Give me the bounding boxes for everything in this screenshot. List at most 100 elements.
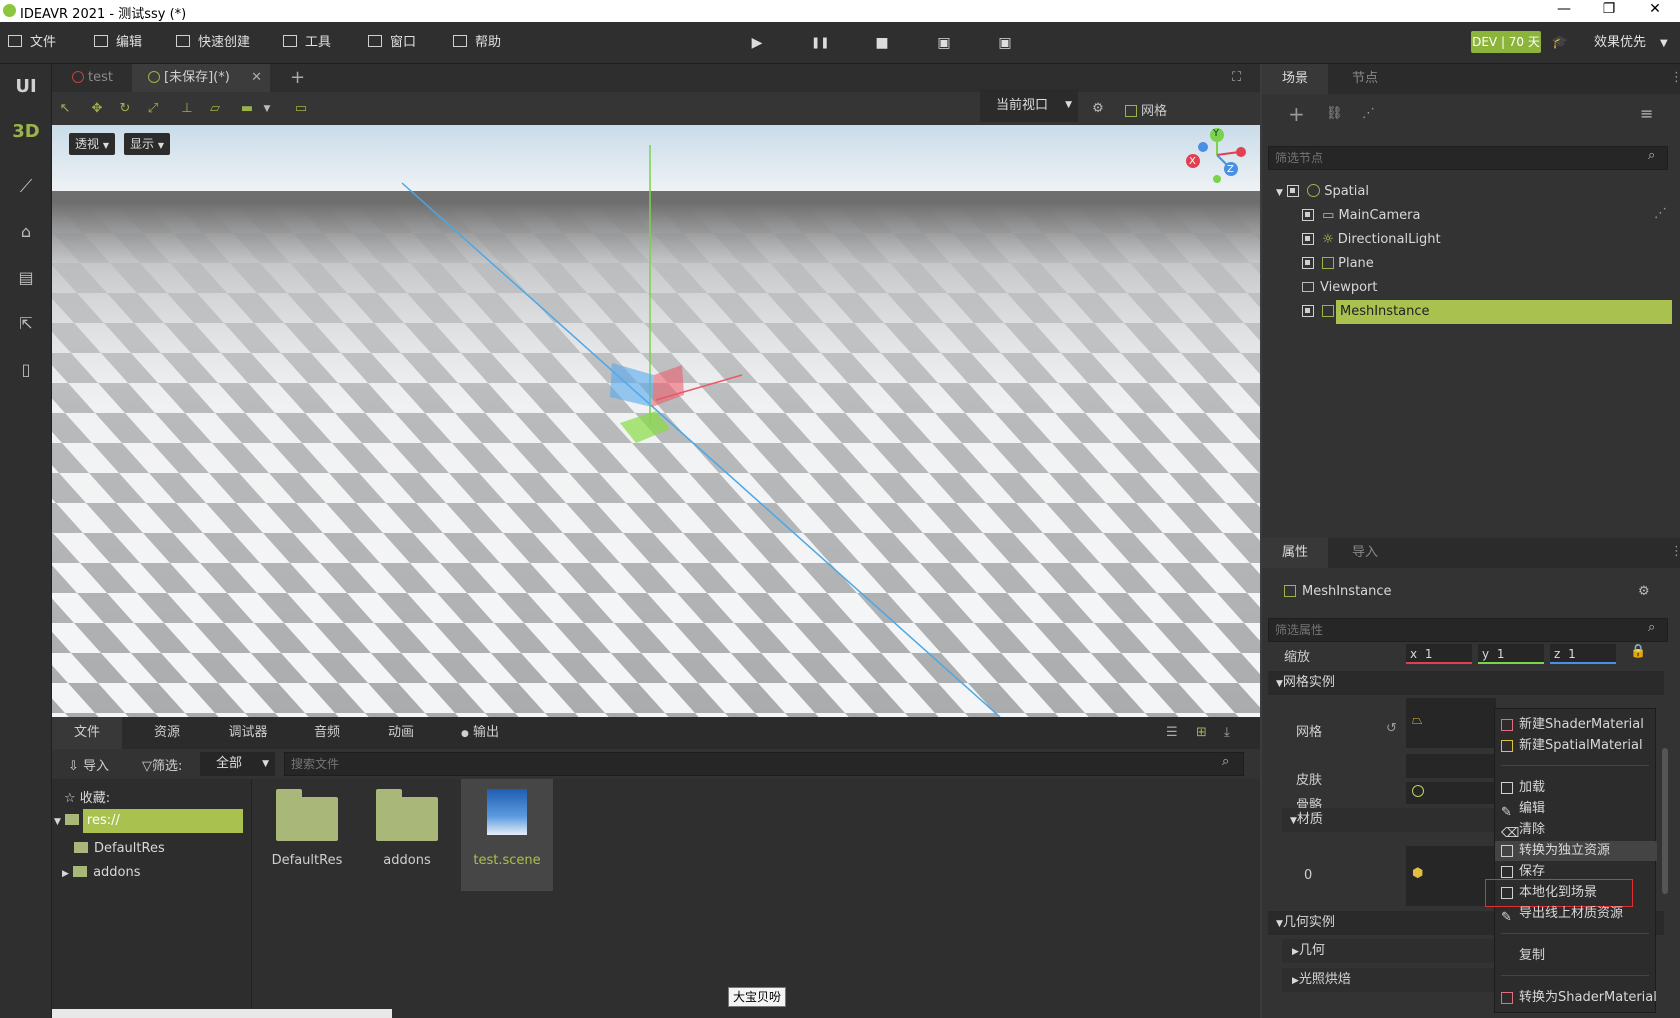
scale-z-field[interactable]: z 1 bbox=[1550, 644, 1616, 664]
menu-export-online-material[interactable]: ✎ 导出线上材质资源 bbox=[1495, 904, 1657, 925]
tab-node[interactable]: 节点 bbox=[1332, 64, 1398, 94]
props-scrollbar[interactable] bbox=[1662, 748, 1668, 894]
snap-icon[interactable]: ▱ bbox=[206, 100, 224, 118]
file-item-addons[interactable]: addons bbox=[361, 779, 453, 887]
tree-addons[interactable]: ▶ addons bbox=[62, 861, 141, 886]
tab-output[interactable]: ● 输出 bbox=[440, 717, 520, 749]
file-item-defaultres[interactable]: DefaultRes bbox=[261, 779, 353, 887]
tab-unsaved[interactable]: [未保存](*) ✕ bbox=[132, 64, 270, 92]
tab-animation[interactable]: 动画 bbox=[366, 717, 436, 749]
menu-file[interactable]: 文件 bbox=[8, 22, 56, 64]
menu-edit[interactable]: 编辑 bbox=[94, 22, 142, 64]
pause-button[interactable]: ❚❚ bbox=[811, 34, 829, 52]
node-directionallight[interactable]: ☼ DirectionalLight bbox=[1302, 228, 1441, 252]
tree-defaultres[interactable]: DefaultRes bbox=[74, 837, 165, 861]
document-icon[interactable]: ▯ bbox=[0, 360, 52, 379]
link-icon[interactable]: ⛓ bbox=[1326, 106, 1343, 121]
mesh-resource-field[interactable]: ⏢ bbox=[1406, 698, 1496, 748]
skeleton-field[interactable] bbox=[1406, 782, 1496, 804]
quality-dropdown[interactable]: 效果优先 ▼ bbox=[1594, 22, 1668, 64]
tab-properties[interactable]: 属性 bbox=[1262, 538, 1328, 568]
grid-toggle[interactable]: 网格 bbox=[1125, 100, 1167, 119]
node-maincamera[interactable]: ▭ MainCamera bbox=[1302, 204, 1421, 228]
path-icon[interactable]: ⟋ bbox=[0, 176, 52, 197]
list-view-icon[interactable]: ☰ bbox=[1166, 725, 1178, 740]
menu-convert-to-shader-material[interactable]: 转换为ShaderMaterial bbox=[1495, 988, 1657, 1008]
file-item-test-scene[interactable]: test.scene bbox=[461, 779, 553, 891]
tab-import[interactable]: 导入 bbox=[1332, 538, 1398, 568]
scale-tool-icon[interactable]: ⤢ bbox=[144, 100, 162, 118]
tree-res-root[interactable]: ▼ res:// bbox=[52, 809, 250, 833]
node-spatial[interactable]: ▼ Spatial bbox=[1276, 180, 1369, 204]
node-meshinstance[interactable]: MeshInstance bbox=[1302, 300, 1672, 324]
add-node-button[interactable]: + bbox=[1288, 102, 1305, 126]
3d-mode-button[interactable]: 3D bbox=[0, 121, 52, 142]
grid-view-icon[interactable]: ⊞ bbox=[1196, 725, 1207, 740]
import-button[interactable]: ⇩ 导入 bbox=[68, 755, 109, 774]
tab-resources[interactable]: 资源 bbox=[132, 717, 202, 749]
minimize-button[interactable]: — bbox=[1544, 1, 1584, 21]
node-tree-icon[interactable]: ⋰ bbox=[1362, 106, 1375, 121]
search-icon[interactable]: ⌕ bbox=[1648, 148, 1655, 163]
stop-button[interactable]: ■ bbox=[873, 34, 891, 52]
search-icon[interactable]: ⌕ bbox=[1648, 620, 1655, 635]
store-icon[interactable]: ⌂ bbox=[0, 222, 52, 241]
script-icon[interactable]: ⋰ bbox=[1654, 206, 1667, 221]
display-dropdown[interactable]: 显示 ▼ bbox=[124, 133, 170, 155]
scrollbar[interactable] bbox=[52, 1009, 392, 1018]
menu-new-shader-material[interactable]: 新建ShaderMaterial bbox=[1495, 715, 1657, 735]
menu-load[interactable]: 加载 bbox=[1495, 778, 1657, 798]
scale-x-field[interactable]: x 1 bbox=[1406, 644, 1472, 664]
scale-y-field[interactable]: y 1 bbox=[1478, 644, 1544, 664]
export-icon[interactable]: ⇱ bbox=[0, 314, 52, 333]
menu-edit-item[interactable]: ✎ 编辑 bbox=[1495, 799, 1657, 820]
visibility-checkbox[interactable] bbox=[1302, 305, 1314, 317]
more-options-icon[interactable]: ⋮ bbox=[1670, 544, 1680, 559]
ui-mode-button[interactable]: UI bbox=[0, 76, 52, 97]
view-mode-dropdown[interactable]: 当前视口 ▼ bbox=[980, 89, 1078, 122]
gear-icon[interactable]: ⚙ bbox=[1089, 100, 1107, 118]
local-space-icon[interactable]: ⊥ bbox=[178, 100, 196, 118]
restore-button[interactable]: ❐ bbox=[1589, 1, 1629, 21]
download-icon[interactable]: ⤓ bbox=[1224, 725, 1230, 740]
rotate-tool-icon[interactable]: ↻ bbox=[116, 100, 134, 118]
tab-files[interactable]: 文件 bbox=[52, 717, 122, 749]
camera-preview-icon[interactable]: ▭ bbox=[292, 100, 310, 118]
close-button[interactable]: ✕ bbox=[1635, 1, 1675, 21]
search-icon[interactable]: ⌕ bbox=[1222, 754, 1229, 769]
node-filter-input[interactable] bbox=[1268, 146, 1668, 170]
object-settings-icon[interactable]: ⚙ bbox=[1638, 584, 1650, 599]
perspective-dropdown[interactable]: 透视 ▼ bbox=[69, 133, 115, 155]
more-options-icon[interactable]: ⋮ bbox=[1670, 70, 1680, 85]
property-filter-input[interactable] bbox=[1268, 618, 1668, 642]
visibility-checkbox[interactable] bbox=[1302, 209, 1314, 221]
tab-debugger[interactable]: 调试器 bbox=[208, 717, 288, 749]
section-material[interactable]: ▼材质 bbox=[1282, 808, 1502, 832]
play-button[interactable]: ▶ bbox=[748, 34, 766, 52]
node-viewport[interactable]: Viewport bbox=[1302, 276, 1378, 300]
move-tool-icon[interactable]: ✥ bbox=[88, 100, 106, 118]
add-tab-button[interactable]: + bbox=[290, 64, 305, 92]
menu-quick-create[interactable]: 快速创建 bbox=[176, 22, 250, 64]
3d-viewport[interactable]: Y X Z 透视 ▼ 显示 ▼ bbox=[52, 125, 1260, 717]
reset-icon[interactable]: ↺ bbox=[1386, 721, 1397, 736]
fullscreen-icon[interactable]: ⛶ bbox=[1232, 64, 1241, 92]
view-menu-icon[interactable]: ▬ bbox=[238, 100, 256, 118]
lock-icon[interactable]: 🔒 bbox=[1630, 644, 1646, 659]
settings-panel-icon[interactable]: ▤ bbox=[0, 268, 52, 287]
tab-audio[interactable]: 音频 bbox=[292, 717, 362, 749]
skin-field[interactable] bbox=[1406, 754, 1496, 778]
clapper-button[interactable]: ▣ bbox=[935, 34, 953, 52]
chevron-down-icon[interactable]: ▼ bbox=[258, 100, 276, 118]
tab-scene[interactable]: 场景 bbox=[1262, 64, 1328, 94]
visibility-checkbox[interactable] bbox=[1302, 257, 1314, 269]
tab-test[interactable]: test bbox=[72, 64, 113, 92]
file-search-input[interactable] bbox=[284, 752, 1244, 776]
graduation-cap-icon[interactable]: 🎓 bbox=[1551, 34, 1569, 52]
close-tab-icon[interactable]: ✕ bbox=[251, 64, 262, 92]
select-tool-icon[interactable]: ↖ bbox=[56, 100, 74, 118]
menu-icon[interactable]: ≡ bbox=[1640, 104, 1653, 123]
menu-window[interactable]: 窗口 bbox=[368, 22, 416, 64]
visibility-checkbox[interactable] bbox=[1287, 185, 1300, 197]
material-slot-field[interactable]: ⬢ bbox=[1406, 846, 1496, 906]
